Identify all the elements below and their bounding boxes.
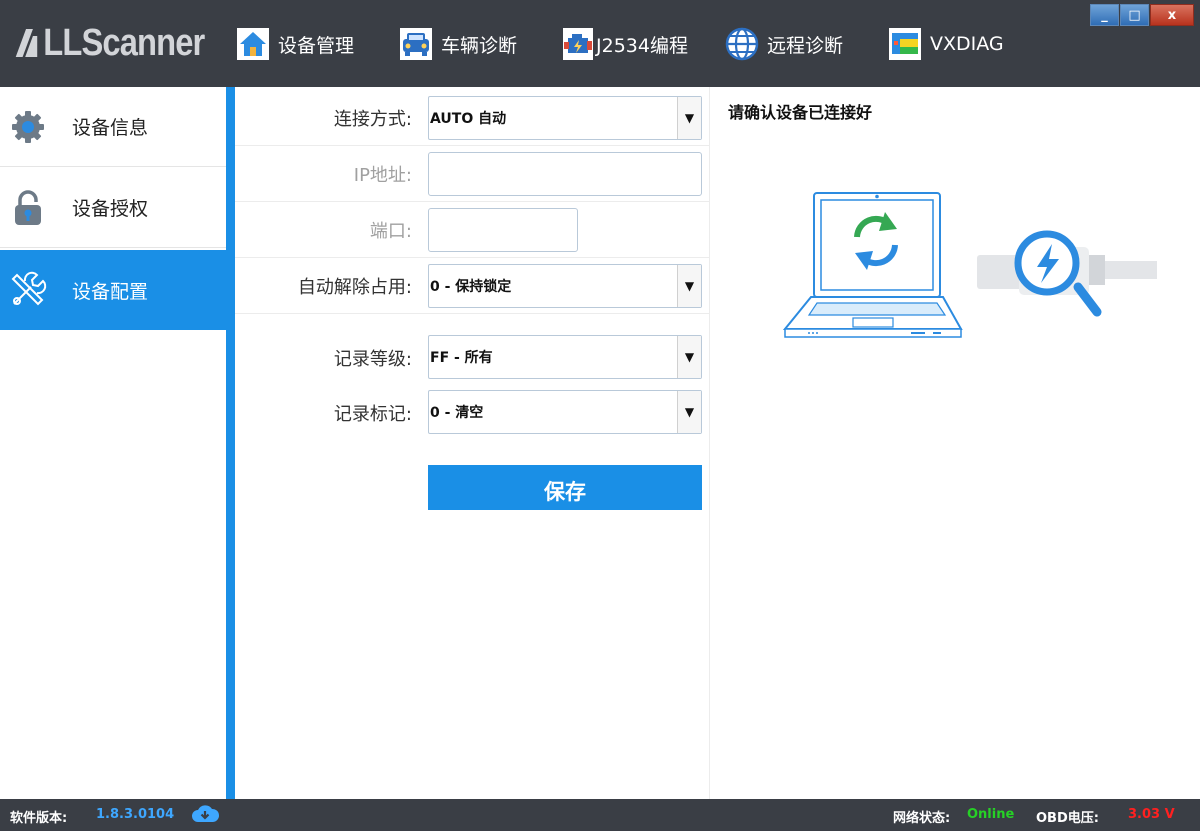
nav-device-management[interactable]: 设备管理 bbox=[236, 25, 354, 63]
auto-release-label: 自动解除占用: bbox=[297, 276, 412, 298]
sidebar-item-label: 设备授权 bbox=[72, 198, 149, 220]
port-input[interactable] bbox=[428, 208, 578, 252]
version-value: 1.8.3.0104 bbox=[96, 807, 175, 822]
window-controls: _ □ x bbox=[1089, 4, 1194, 26]
maximize-button[interactable]: □ bbox=[1120, 4, 1149, 26]
logo-a-icon bbox=[15, 29, 38, 57]
nav-j2534-programming[interactable]: J2534编程 bbox=[562, 25, 688, 63]
nav-label: VXDIAG bbox=[930, 33, 1004, 55]
ip-label: IP地址: bbox=[353, 164, 412, 186]
save-button[interactable]: 保存 bbox=[428, 465, 702, 510]
form-row-port: 端口: bbox=[235, 202, 710, 258]
close-button[interactable]: x bbox=[1150, 4, 1194, 26]
nav-vehicle-diagnosis[interactable]: 车辆诊断 bbox=[399, 25, 517, 63]
sidebar-item-device-auth[interactable]: 设备授权 bbox=[0, 168, 226, 248]
globe-icon bbox=[725, 27, 759, 61]
logo-text: LLScanner bbox=[43, 21, 205, 64]
obd-voltage-value: 3.03 V bbox=[1128, 807, 1175, 822]
log-mark-select[interactable]: 0 - 清空 ▼ bbox=[428, 390, 702, 434]
config-form: 连接方式: AUTO 自动 ▼ IP地址: 端口: 自动解除占用: 0 - 保持… bbox=[235, 87, 710, 799]
panel-title: 请确认设备已连接好 bbox=[728, 103, 873, 122]
log-level-value: FF - 所有 bbox=[430, 350, 493, 366]
nav-label: 设备管理 bbox=[278, 34, 355, 57]
nav-label: J2534编程 bbox=[596, 34, 688, 57]
log-mark-label: 记录标记: bbox=[333, 404, 412, 425]
form-row-log-level: 记录等级: FF - 所有 ▼ bbox=[235, 330, 710, 386]
title-bar: LLScanner 设备管理 车辆诊断 J2534编程 远程诊断 VXDIAG … bbox=[0, 0, 1200, 87]
log-level-label: 记录等级: bbox=[333, 349, 412, 370]
home-icon bbox=[236, 27, 270, 61]
auto-release-value: 0 - 保持锁定 bbox=[430, 279, 512, 295]
gear-icon bbox=[9, 108, 47, 146]
connection-value: AUTO 自动 bbox=[430, 111, 507, 127]
form-row-log-mark: 记录标记: 0 - 清空 ▼ bbox=[235, 385, 710, 441]
cloud-download-icon[interactable] bbox=[190, 804, 220, 828]
status-bar: 软件版本: 1.8.3.0104 网络状态: Online OBD电压: 3.0… bbox=[0, 799, 1200, 831]
network-label: 网络状态: bbox=[893, 811, 951, 826]
sidebar-divider bbox=[226, 87, 235, 799]
ip-input[interactable] bbox=[428, 152, 702, 196]
app-logo: LLScanner bbox=[14, 20, 205, 66]
port-label: 端口: bbox=[369, 220, 412, 242]
sidebar-item-label: 设备信息 bbox=[72, 117, 149, 139]
log-level-select[interactable]: FF - 所有 ▼ bbox=[428, 335, 702, 379]
connection-status-panel: 请确认设备已连接好 bbox=[711, 87, 1200, 799]
engine-icon bbox=[562, 27, 594, 61]
auto-release-select[interactable]: 0 - 保持锁定 ▼ bbox=[428, 264, 702, 308]
car-icon bbox=[399, 27, 433, 61]
form-row-auto-release: 自动解除占用: 0 - 保持锁定 ▼ bbox=[235, 258, 710, 314]
lock-icon bbox=[9, 189, 47, 227]
dropdown-arrow-icon: ▼ bbox=[677, 97, 701, 139]
vxdiag-icon bbox=[888, 27, 922, 61]
nav-vxdiag[interactable]: VXDIAG bbox=[888, 25, 1004, 63]
connection-select[interactable]: AUTO 自动 ▼ bbox=[428, 96, 702, 140]
nav-label: 远程诊断 bbox=[767, 34, 844, 57]
dropdown-arrow-icon: ▼ bbox=[677, 336, 701, 378]
sidebar-item-device-info[interactable]: 设备信息 bbox=[0, 87, 226, 167]
minimize-button[interactable]: _ bbox=[1090, 4, 1119, 26]
dropdown-arrow-icon: ▼ bbox=[677, 265, 701, 307]
sidebar-item-device-config[interactable]: 设备配置 bbox=[0, 250, 226, 330]
dropdown-arrow-icon: ▼ bbox=[677, 391, 701, 433]
version-label: 软件版本: bbox=[10, 811, 68, 826]
log-mark-value: 0 - 清空 bbox=[430, 405, 484, 421]
sidebar-item-label: 设备配置 bbox=[72, 280, 149, 303]
sidebar: 设备信息 设备授权 设备配置 bbox=[0, 87, 226, 799]
obd-voltage-label: OBD电压: bbox=[1036, 811, 1099, 826]
tools-icon bbox=[9, 271, 47, 309]
laptop-connection-illustration bbox=[782, 192, 1157, 338]
connection-label: 连接方式: bbox=[333, 108, 412, 130]
nav-remote-diagnosis[interactable]: 远程诊断 bbox=[725, 25, 843, 63]
form-row-connection: 连接方式: AUTO 自动 ▼ bbox=[235, 90, 710, 146]
nav-label: 车辆诊断 bbox=[441, 34, 518, 57]
form-row-ip: IP地址: bbox=[235, 146, 710, 202]
network-status-value: Online bbox=[967, 807, 1015, 822]
